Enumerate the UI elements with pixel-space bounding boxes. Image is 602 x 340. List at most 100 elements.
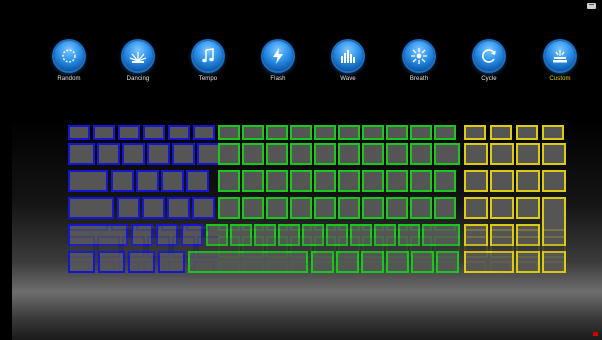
key[interactable] (362, 197, 384, 219)
key[interactable] (434, 170, 456, 192)
mode-cycle-button[interactable]: Cycle (461, 38, 517, 94)
key[interactable] (266, 125, 288, 140)
mode-label: Flash (270, 76, 286, 82)
key[interactable] (290, 197, 312, 219)
mode-custom-button[interactable]: Custom (532, 38, 588, 94)
key[interactable] (516, 143, 540, 165)
key[interactable] (314, 125, 336, 140)
key[interactable] (218, 170, 240, 192)
key[interactable] (314, 170, 336, 192)
mode-tempo-button[interactable]: Tempo (180, 38, 236, 94)
key[interactable] (172, 143, 195, 165)
keyboard-reflection (68, 226, 570, 276)
mode-label: Tempo (198, 76, 218, 82)
key[interactable] (68, 197, 114, 219)
lighting-mode-toolbar: Random Dancing Tempo Flash Wave Breath C… (12, 0, 602, 110)
mode-dancing-button[interactable]: Dancing (110, 38, 166, 94)
key[interactable] (314, 143, 336, 165)
key[interactable] (68, 125, 90, 140)
mode-label: Breath (409, 76, 429, 82)
key[interactable] (464, 170, 488, 192)
key[interactable] (516, 170, 540, 192)
corner-indicator (593, 332, 598, 336)
key[interactable] (122, 143, 145, 165)
mode-label: Dancing (126, 76, 150, 82)
cycle-icon (474, 41, 504, 71)
key[interactable] (192, 197, 215, 219)
key[interactable] (93, 125, 115, 140)
key[interactable] (410, 143, 432, 165)
key[interactable] (516, 197, 540, 219)
mode-label: Cycle (481, 76, 497, 82)
key[interactable] (290, 170, 312, 192)
key[interactable] (542, 170, 566, 192)
key[interactable] (542, 125, 564, 140)
key[interactable] (410, 170, 432, 192)
key[interactable] (242, 197, 264, 219)
key[interactable] (490, 197, 514, 219)
key[interactable] (68, 143, 95, 165)
key[interactable] (516, 125, 538, 140)
key[interactable] (266, 197, 288, 219)
key[interactable] (362, 170, 384, 192)
key[interactable] (167, 197, 190, 219)
key[interactable] (386, 125, 408, 140)
key[interactable] (490, 125, 512, 140)
mode-random-button[interactable]: Random (41, 38, 97, 94)
key[interactable] (410, 197, 432, 219)
key[interactable] (266, 143, 288, 165)
key[interactable] (136, 170, 159, 192)
key[interactable] (118, 125, 140, 140)
key[interactable] (218, 197, 240, 219)
key[interactable] (386, 170, 408, 192)
key[interactable] (314, 197, 336, 219)
key[interactable] (68, 170, 108, 192)
key[interactable] (143, 125, 165, 140)
key[interactable] (242, 170, 264, 192)
mode-breath-button[interactable]: Breath (391, 38, 447, 94)
key[interactable] (197, 143, 220, 165)
key[interactable] (290, 143, 312, 165)
lightning-icon (263, 41, 293, 71)
key[interactable] (464, 197, 488, 219)
random-icon (54, 41, 84, 71)
key[interactable] (490, 170, 514, 192)
key[interactable] (338, 197, 360, 219)
dancing-icon (123, 41, 153, 71)
key[interactable] (338, 170, 360, 192)
key[interactable] (434, 125, 456, 140)
key[interactable] (168, 125, 190, 140)
key[interactable] (434, 197, 456, 219)
key[interactable] (386, 143, 408, 165)
key[interactable] (290, 125, 312, 140)
key[interactable] (266, 170, 288, 192)
key[interactable] (242, 143, 264, 165)
mode-wave-button[interactable]: Wave (320, 38, 376, 94)
key[interactable] (464, 143, 488, 165)
key[interactable] (362, 125, 384, 140)
key[interactable] (338, 143, 360, 165)
key[interactable] (193, 125, 215, 140)
key[interactable] (338, 125, 360, 140)
key[interactable] (242, 125, 264, 140)
key[interactable] (362, 143, 384, 165)
key[interactable] (142, 197, 165, 219)
key[interactable] (111, 170, 134, 192)
key[interactable] (490, 143, 514, 165)
mode-label: Random (57, 76, 81, 82)
key[interactable] (464, 125, 486, 140)
key[interactable] (97, 143, 120, 165)
key[interactable] (161, 170, 184, 192)
custom-icon (545, 41, 575, 71)
key[interactable] (386, 197, 408, 219)
key[interactable] (434, 143, 460, 165)
key[interactable] (147, 143, 170, 165)
key[interactable] (410, 125, 432, 140)
key[interactable] (542, 143, 566, 165)
mode-flash-button[interactable]: Flash (250, 38, 306, 94)
key[interactable] (218, 125, 240, 140)
mode-label: Custom (549, 76, 571, 82)
key[interactable] (218, 143, 240, 165)
key[interactable] (117, 197, 140, 219)
key[interactable] (186, 170, 209, 192)
